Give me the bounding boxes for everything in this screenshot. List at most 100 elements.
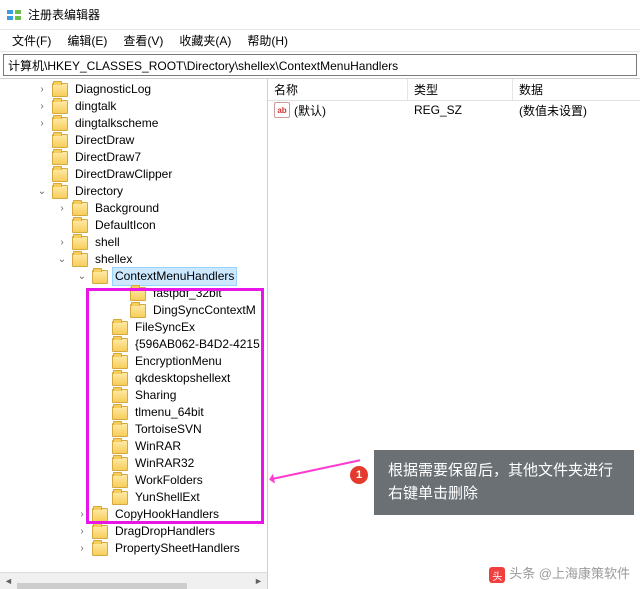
window-title: 注册表编辑器 — [28, 6, 100, 23]
folder-icon — [112, 491, 128, 505]
tree-item[interactable]: tlmenu_64bit — [0, 404, 267, 421]
scroll-thumb[interactable] — [17, 583, 187, 589]
tree-item-label: {596AB062-B4D2-4215 — [132, 336, 263, 353]
tree-item[interactable]: › Background — [0, 200, 267, 217]
tree-item-label: ContextMenuHandlers — [112, 267, 237, 286]
tree-item[interactable]: WorkFolders — [0, 472, 267, 489]
folder-icon — [112, 355, 128, 369]
tree-item[interactable]: › PropertySheetHandlers — [0, 540, 267, 557]
tree-item[interactable]: DirectDraw7 — [0, 149, 267, 166]
registry-tree[interactable]: ›DiagnosticLog›dingtalk›dingtalkschemeDi… — [0, 81, 267, 557]
tree-item-label: DingSyncContextM — [150, 302, 259, 319]
annotation-badge: 1 — [350, 466, 368, 484]
folder-icon — [92, 542, 108, 556]
tree-item[interactable]: ⌄ shellex — [0, 251, 267, 268]
menu-edit[interactable]: 编辑(E) — [59, 30, 115, 51]
collapse-icon[interactable]: ⌄ — [75, 268, 89, 285]
expand-icon[interactable]: › — [35, 98, 49, 115]
value-type: REG_SZ — [408, 103, 513, 117]
col-name[interactable]: 名称 — [268, 79, 408, 100]
tree-item-label: fastpdf_32bit — [150, 285, 225, 302]
tree-pane[interactable]: ›DiagnosticLog›dingtalk›dingtalkschemeDi… — [0, 79, 268, 589]
horizontal-scrollbar[interactable]: ◄ ► — [0, 572, 267, 589]
tree-item-label: Background — [92, 200, 162, 217]
string-value-icon: ab — [274, 102, 290, 118]
tree-item-label: FileSyncEx — [132, 319, 198, 336]
folder-icon — [72, 219, 88, 233]
menu-favorites[interactable]: 收藏夹(A) — [171, 30, 239, 51]
tree-item[interactable]: DirectDraw — [0, 132, 267, 149]
tree-item[interactable]: ⌄Directory — [0, 183, 267, 200]
tree-item-label: qkdesktopshellext — [132, 370, 233, 387]
tree-item[interactable]: TortoiseSVN — [0, 421, 267, 438]
folder-icon — [52, 168, 68, 182]
expand-icon[interactable]: › — [35, 115, 49, 132]
tree-item[interactable]: DefaultIcon — [0, 217, 267, 234]
tree-item[interactable]: YunShellExt — [0, 489, 267, 506]
tree-item[interactable]: EncryptionMenu — [0, 353, 267, 370]
folder-icon — [112, 406, 128, 420]
tree-item[interactable]: DingSyncContextM — [0, 302, 267, 319]
tree-item[interactable]: ›DragDropHandlers — [0, 523, 267, 540]
value-name: (默认) — [294, 102, 326, 119]
tree-item[interactable]: › DiagnosticLog — [0, 81, 267, 98]
expand-icon[interactable]: › — [35, 81, 49, 98]
tree-item[interactable]: › shell — [0, 234, 267, 251]
tree-item[interactable]: WinRAR32 — [0, 455, 267, 472]
tree-item-label: shell — [92, 234, 123, 251]
menu-view[interactable]: 查看(V) — [115, 30, 171, 51]
scroll-left-button[interactable]: ◄ — [0, 573, 17, 589]
collapse-icon[interactable]: ⌄ — [35, 183, 49, 200]
tree-item[interactable]: FileSyncEx — [0, 319, 267, 336]
tree-item[interactable]: ›dingtalkscheme — [0, 115, 267, 132]
tree-item-label: DirectDraw — [72, 132, 137, 149]
folder-icon — [112, 423, 128, 437]
tree-item-label: DiagnosticLog — [72, 81, 154, 98]
tree-item-label: PropertySheetHandlers — [112, 540, 243, 557]
tree-item-label: DirectDraw7 — [72, 149, 144, 166]
menu-help[interactable]: 帮助(H) — [239, 30, 296, 51]
tree-item-label: DirectDrawClipper — [72, 166, 175, 183]
col-type[interactable]: 类型 — [408, 79, 513, 100]
scroll-right-button[interactable]: ► — [250, 573, 267, 589]
tree-item[interactable]: fastpdf_32bit — [0, 285, 267, 302]
tree-item-label: shellex — [92, 251, 135, 268]
folder-icon — [112, 440, 128, 454]
expand-icon[interactable]: › — [75, 540, 89, 557]
address-bar[interactable]: 计算机\HKEY_CLASSES_ROOT\Directory\shellex\… — [3, 54, 637, 76]
tree-item[interactable]: ›dingtalk — [0, 98, 267, 115]
tree-item[interactable]: › CopyHookHandlers — [0, 506, 267, 523]
col-data[interactable]: 数据 — [513, 79, 640, 100]
tree-item-label: WorkFolders — [132, 472, 206, 489]
menu-file[interactable]: 文件(F) — [4, 30, 59, 51]
expand-icon[interactable]: › — [55, 234, 69, 251]
menu-bar: 文件(F) 编辑(E) 查看(V) 收藏夹(A) 帮助(H) — [0, 30, 640, 52]
folder-icon — [112, 338, 128, 352]
folder-icon — [130, 304, 146, 318]
expand-icon[interactable]: › — [55, 200, 69, 217]
value-row[interactable]: ab (默认) REG_SZ (数值未设置) — [268, 101, 640, 119]
tree-item[interactable]: DirectDrawClipper — [0, 166, 267, 183]
tree-item[interactable]: qkdesktopshellext — [0, 370, 267, 387]
tree-item[interactable]: WinRAR — [0, 438, 267, 455]
folder-icon — [72, 253, 88, 267]
folder-icon — [52, 134, 68, 148]
annotation-callout: 根据需要保留后，其他文件夹进行右键单击删除 — [374, 450, 634, 515]
tree-item[interactable]: ⌄ ContextMenuHandlers — [0, 268, 267, 285]
value-data: (数值未设置) — [513, 102, 593, 119]
window-title-bar: 注册表编辑器 — [0, 0, 640, 30]
tree-item-label: TortoiseSVN — [132, 421, 205, 438]
tree-item-label: Sharing — [132, 387, 179, 404]
tree-item[interactable]: Sharing — [0, 387, 267, 404]
tree-item[interactable]: {596AB062-B4D2-4215 — [0, 336, 267, 353]
tree-item-label: YunShellExt — [132, 489, 203, 506]
expand-icon[interactable]: › — [75, 523, 89, 540]
expand-icon[interactable]: › — [75, 506, 89, 523]
folder-icon — [52, 83, 68, 97]
folder-icon — [112, 372, 128, 386]
collapse-icon[interactable]: ⌄ — [55, 251, 69, 268]
folder-icon — [92, 525, 108, 539]
folder-icon — [112, 321, 128, 335]
tree-item-label: CopyHookHandlers — [112, 506, 222, 523]
values-header-row: 名称 类型 数据 — [268, 79, 640, 101]
